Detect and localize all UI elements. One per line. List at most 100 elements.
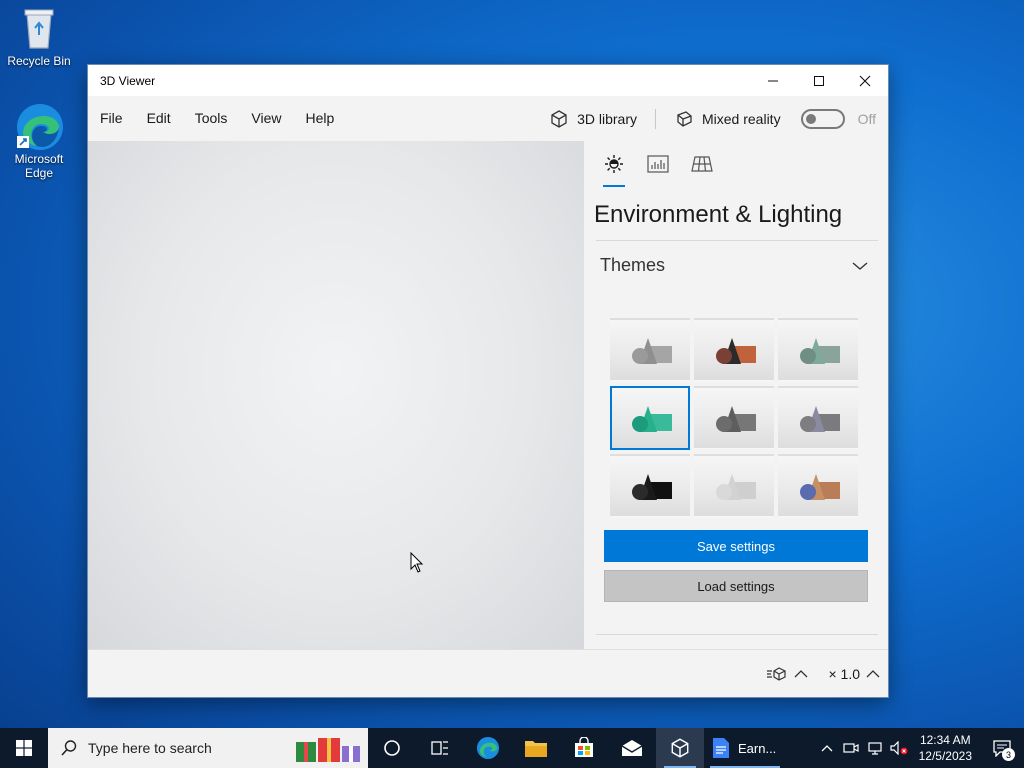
- theme-preview-icon: [716, 474, 756, 500]
- windows-logo-icon: [16, 740, 32, 756]
- panel-heading: Environment & Lighting: [594, 201, 843, 228]
- close-icon: [859, 75, 871, 86]
- taskbar-3d-viewer[interactable]: [656, 728, 704, 768]
- environment-lighting-icon: [605, 155, 623, 173]
- clock-date: 12/5/2023: [918, 749, 972, 763]
- desktop-icon-label: Recycle Bin: [7, 54, 71, 68]
- chevron-down-icon: [852, 261, 868, 270]
- clock-time: 12:34 AM: [919, 733, 971, 747]
- task-view-button[interactable]: [416, 728, 464, 768]
- edge-icon: [15, 102, 63, 150]
- store-icon: [575, 737, 593, 757]
- theme-preview-icon: [800, 474, 840, 500]
- edge-icon: [476, 736, 500, 760]
- taskbar: Type here to search Earn... 12:34 AM 12/…: [0, 728, 1024, 768]
- 3d-library-button[interactable]: 3D library: [537, 109, 649, 129]
- video-call-icon: [843, 743, 859, 753]
- network-button[interactable]: [863, 728, 887, 768]
- minimize-button[interactable]: [750, 65, 796, 96]
- start-button[interactable]: [0, 728, 48, 768]
- tab-grid[interactable]: [680, 141, 724, 187]
- mixed-reality-button[interactable]: Mixed reality: [662, 109, 793, 129]
- toggle-knob: [805, 113, 816, 124]
- menu-separator: [654, 108, 656, 129]
- theme-preview-icon: [716, 406, 756, 432]
- search-icon: [61, 740, 77, 756]
- theme-swatch[interactable]: [778, 386, 858, 450]
- menu-help[interactable]: Help: [293, 96, 346, 141]
- theme-swatch[interactable]: [610, 318, 690, 382]
- theme-preview-icon: [632, 474, 672, 500]
- scale-label: × 1.0: [828, 665, 860, 682]
- menu-view[interactable]: View: [239, 96, 293, 141]
- window-title: 3D Viewer: [100, 73, 156, 88]
- panel-divider: [596, 634, 878, 635]
- network-icon: [868, 742, 882, 755]
- taskbar-store[interactable]: [560, 728, 608, 768]
- close-button[interactable]: [842, 65, 888, 96]
- show-hidden-icons-button[interactable]: [815, 728, 839, 768]
- cortana-button[interactable]: [368, 728, 416, 768]
- tab-environment-lighting[interactable]: [592, 141, 636, 187]
- 3d-viewport[interactable]: [88, 141, 584, 649]
- theme-swatch[interactable]: [694, 454, 774, 518]
- meet-now-button[interactable]: [839, 728, 863, 768]
- theme-swatch[interactable]: [694, 318, 774, 382]
- stats-icon: [647, 155, 669, 173]
- theme-swatch[interactable]: [778, 318, 858, 382]
- status-bar: × 1.0: [88, 649, 888, 697]
- menu-file[interactable]: File: [88, 96, 135, 141]
- menu-edit[interactable]: Edit: [135, 96, 183, 141]
- clock[interactable]: 12:34 AM 12/5/2023: [911, 732, 980, 764]
- menu-tools[interactable]: Tools: [183, 96, 240, 141]
- themes-label: Themes: [600, 255, 666, 275]
- mixed-reality-label: Mixed reality: [701, 110, 781, 127]
- theme-preview-icon: [800, 338, 840, 364]
- mixed-reality-state: Off: [857, 110, 876, 127]
- save-settings-button[interactable]: Save settings: [604, 530, 868, 562]
- themes-section-header[interactable]: Themes: [584, 241, 888, 276]
- 3d-library-label: 3D library: [577, 110, 637, 127]
- theme-preview-icon: [800, 406, 840, 432]
- search-placeholder: Type here to search: [88, 740, 212, 756]
- load-settings-button[interactable]: Load settings: [604, 570, 868, 602]
- taskbar-mail[interactable]: [608, 728, 656, 768]
- grid-icon: [691, 156, 713, 172]
- theme-grid: [610, 318, 860, 518]
- taskbar-document[interactable]: Earn...: [704, 728, 786, 768]
- desktop-icon-label: Microsoft Edge: [14, 152, 64, 180]
- maximize-icon: [814, 75, 824, 86]
- theme-swatch[interactable]: [610, 454, 690, 518]
- title-bar[interactable]: 3D Viewer: [88, 65, 888, 96]
- taskbar-search-box[interactable]: Type here to search: [48, 728, 368, 768]
- action-center-button[interactable]: 3: [980, 728, 1024, 768]
- taskbar-document-label: Earn...: [738, 740, 777, 756]
- system-tray: 12:34 AM 12/5/2023 3: [815, 728, 1024, 768]
- animation-speed-icon[interactable]: [766, 666, 788, 682]
- mail-icon: [621, 740, 643, 756]
- theme-swatch[interactable]: [610, 386, 690, 450]
- cube-icon: [551, 109, 567, 128]
- theme-swatch[interactable]: [694, 386, 774, 450]
- notification-count-badge: 3: [1002, 748, 1015, 761]
- chevron-up-icon[interactable]: [866, 669, 880, 679]
- desktop-icon-recycle-bin[interactable]: Recycle Bin: [1, 4, 77, 68]
- mixed-reality-toggle[interactable]: [800, 108, 845, 129]
- mixed-reality-icon: [677, 110, 692, 127]
- volume-button[interactable]: [887, 728, 911, 768]
- panel-tabs: [584, 141, 888, 187]
- menu-bar: File Edit Tools View Help 3D library Mix…: [88, 96, 888, 141]
- recycle-bin-icon: [15, 4, 63, 52]
- theme-preview-icon: [632, 406, 672, 432]
- cube-icon: [671, 738, 689, 758]
- taskbar-edge[interactable]: [464, 728, 512, 768]
- theme-swatch[interactable]: [778, 454, 858, 518]
- desktop-icon-microsoft-edge[interactable]: Microsoft Edge: [1, 102, 77, 180]
- folder-icon: [525, 741, 547, 757]
- side-panel: Environment & Lighting Themes Save setti…: [584, 141, 888, 649]
- document-icon: [713, 738, 729, 758]
- tab-stats[interactable]: [636, 141, 680, 187]
- maximize-button[interactable]: [796, 65, 842, 96]
- chevron-up-icon[interactable]: [794, 669, 808, 679]
- taskbar-file-explorer[interactable]: [512, 728, 560, 768]
